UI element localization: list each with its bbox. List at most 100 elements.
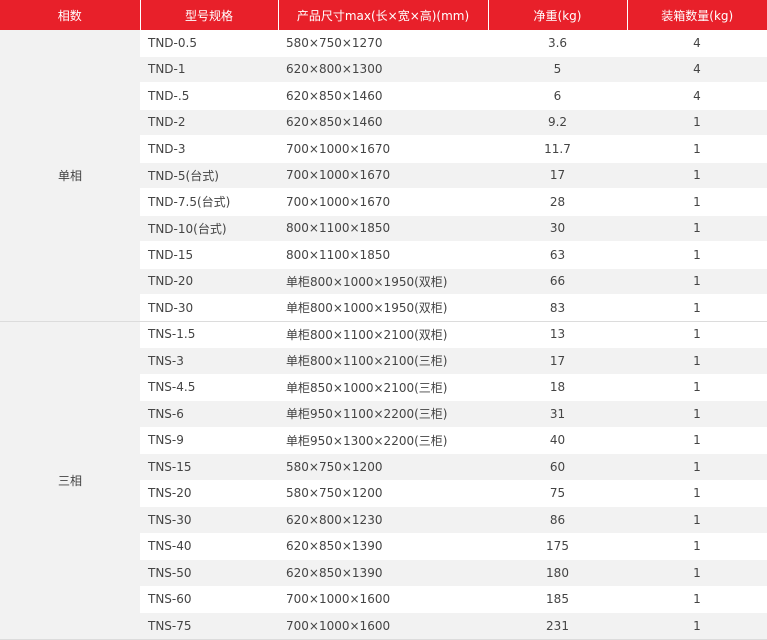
dimensions-cell: 800×1100×1850 [278, 215, 488, 242]
packing-quantity-cell: 1 [627, 559, 767, 587]
header-net-weight: 净重(kg) [487, 0, 627, 30]
spec-table: 相数 型号规格 产品尺寸max(长×宽×高)(mm) 净重(kg) 装箱数量(k… [0, 0, 767, 640]
packing-quantity-cell: 1 [627, 400, 767, 428]
net-weight-cell: 9.2 [488, 109, 627, 136]
net-weight-cell: 3.6 [488, 30, 627, 57]
dimensions-cell: 700×1000×1670 [278, 135, 488, 163]
model-cell: TND-.5 [140, 82, 278, 110]
dimensions-cell: 620×850×1460 [278, 109, 488, 136]
packing-quantity-cell: 1 [627, 135, 767, 163]
packing-quantity-cell: 4 [627, 30, 767, 57]
net-weight-cell: 13 [488, 321, 627, 348]
model-cell: TNS-15 [140, 453, 278, 481]
net-weight-cell: 180 [488, 559, 627, 587]
packing-quantity-cell: 1 [627, 294, 767, 322]
model-cell: TND-20 [140, 268, 278, 295]
net-weight-cell: 17 [488, 162, 627, 189]
packing-quantity-cell: 1 [627, 453, 767, 481]
net-weight-cell: 6 [488, 82, 627, 110]
dimensions-cell: 单柜800×1000×1950(双柜) [278, 294, 488, 322]
net-weight-cell: 40 [488, 427, 627, 454]
packing-quantity-cell: 1 [627, 347, 767, 375]
model-cell: TNS-50 [140, 559, 278, 587]
header-phase: 相数 [0, 0, 140, 30]
net-weight-cell: 66 [488, 268, 627, 295]
packing-quantity-cell: 4 [627, 82, 767, 110]
net-weight-cell: 185 [488, 586, 627, 613]
model-cell: TNS-4.5 [140, 374, 278, 401]
packing-quantity-cell: 1 [627, 321, 767, 348]
table-row: 三相 TNS-1.5 单柜800×1100×2100(双柜) 13 1 [0, 321, 767, 640]
dimensions-cell: 700×1000×1600 [278, 612, 488, 640]
packing-quantity-cell: 1 [627, 188, 767, 216]
net-weight-cell: 5 [488, 56, 627, 83]
model-cell: TND-1 [140, 56, 278, 83]
packing-quantity-cell: 1 [627, 480, 767, 507]
model-cell: TND-0.5 [140, 30, 278, 57]
model-cell: TNS-6 [140, 400, 278, 428]
model-cell: TNS-40 [140, 533, 278, 560]
dimensions-cell: 700×1000×1600 [278, 586, 488, 613]
net-weight-cell: 86 [488, 506, 627, 534]
model-cell: TNS-1.5 [140, 321, 278, 348]
model-cell: TND-30 [140, 294, 278, 322]
dimensions-cell: 700×1000×1670 [278, 162, 488, 189]
dimensions-cell: 620×850×1390 [278, 559, 488, 587]
packing-quantity-cell: 1 [627, 374, 767, 401]
dimensions-cell: 单柜850×1000×2100(三柜) [278, 374, 488, 401]
packing-quantity-cell: 1 [627, 268, 767, 295]
dimensions-cell: 620×800×1230 [278, 506, 488, 534]
dimensions-cell: 580×750×1270 [278, 30, 488, 57]
dimensions-cell: 700×1000×1670 [278, 188, 488, 216]
dimensions-cell: 620×850×1390 [278, 533, 488, 560]
header-packing-quantity: 装箱数量(kg) [626, 0, 767, 30]
packing-quantity-cell: 1 [627, 109, 767, 136]
model-cell: TNS-60 [140, 586, 278, 613]
model-cell: TND-5(台式) [140, 162, 278, 189]
model-cell: TND-2 [140, 109, 278, 136]
dimensions-cell: 单柜950×1300×2200(三柜) [278, 427, 488, 454]
net-weight-cell: 60 [488, 453, 627, 481]
model-cell: TNS-20 [140, 480, 278, 507]
phase-cell: 三相 [0, 321, 140, 640]
dimensions-cell: 580×750×1200 [278, 480, 488, 507]
model-cell: TNS-9 [140, 427, 278, 454]
net-weight-cell: 75 [488, 480, 627, 507]
table-row: 单相 TND-0.5 580×750×1270 3.6 4 [0, 30, 767, 322]
dimensions-cell: 单柜800×1000×1950(双柜) [278, 268, 488, 295]
packing-quantity-cell: 1 [627, 427, 767, 454]
header-model: 型号规格 [139, 0, 278, 30]
net-weight-cell: 18 [488, 374, 627, 401]
packing-quantity-cell: 4 [627, 56, 767, 83]
model-cell: TNS-75 [140, 612, 278, 640]
packing-quantity-cell: 1 [627, 533, 767, 560]
net-weight-cell: 30 [488, 215, 627, 242]
dimensions-cell: 620×800×1300 [278, 56, 488, 83]
packing-quantity-cell: 1 [627, 215, 767, 242]
dimensions-cell: 单柜950×1100×2200(三柜) [278, 400, 488, 428]
model-cell: TND-7.5(台式) [140, 188, 278, 216]
model-cell: TND-15 [140, 241, 278, 269]
net-weight-cell: 63 [488, 241, 627, 269]
packing-quantity-cell: 1 [627, 506, 767, 534]
net-weight-cell: 11.7 [488, 135, 627, 163]
header-dimensions: 产品尺寸max(长×宽×高)(mm) [277, 0, 488, 30]
model-cell: TND-3 [140, 135, 278, 163]
net-weight-cell: 28 [488, 188, 627, 216]
phase-cell: 单相 [0, 30, 140, 322]
table-body: 单相 TND-0.5 580×750×1270 3.6 4 TND-1 620×800×13… [0, 30, 767, 640]
net-weight-cell: 175 [488, 533, 627, 560]
model-cell: TNS-30 [140, 506, 278, 534]
header-row: 相数 型号规格 产品尺寸max(长×宽×高)(mm) 净重(kg) 装箱数量(k… [0, 0, 767, 30]
dimensions-cell: 580×750×1200 [278, 453, 488, 481]
net-weight-cell: 83 [488, 294, 627, 322]
dimensions-cell: 单柜800×1100×2100(双柜) [278, 321, 488, 348]
packing-quantity-cell: 1 [627, 241, 767, 269]
packing-quantity-cell: 1 [627, 162, 767, 189]
packing-quantity-cell: 1 [627, 612, 767, 640]
dimensions-cell: 800×1100×1850 [278, 241, 488, 269]
net-weight-cell: 17 [488, 347, 627, 375]
table-header: 相数 型号规格 产品尺寸max(长×宽×高)(mm) 净重(kg) 装箱数量(k… [0, 0, 767, 30]
model-cell: TNS-3 [140, 347, 278, 375]
net-weight-cell: 231 [488, 612, 627, 640]
